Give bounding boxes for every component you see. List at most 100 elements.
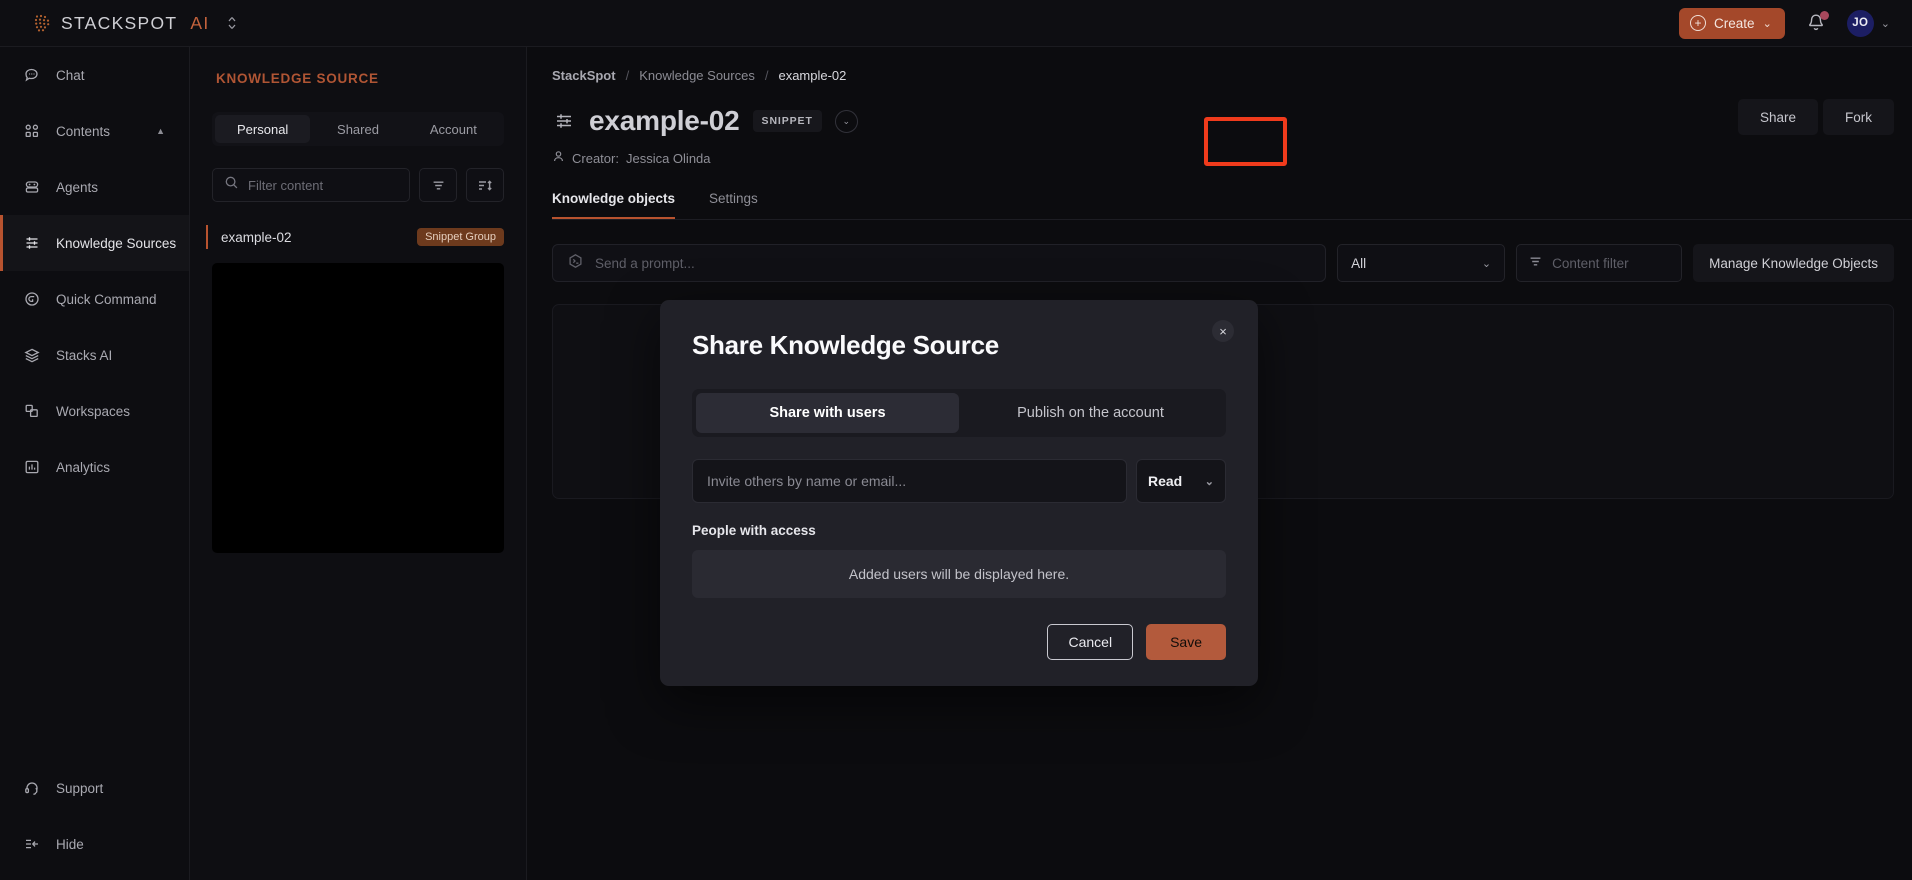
modal-tabs: Share with users Publish on the account [692, 389, 1226, 437]
type-badge: SNIPPET [752, 110, 822, 132]
save-button[interactable]: Save [1146, 624, 1226, 660]
sidebar-item-stacks-ai[interactable]: Stacks AI [0, 327, 189, 383]
sidebar-item-label: Workspaces [56, 403, 131, 419]
user-menu[interactable]: JO ⌄ [1846, 9, 1890, 37]
chevron-down-icon[interactable]: ⌄ [834, 109, 858, 133]
command-hexagon-icon [22, 290, 41, 309]
sidebar-item-knowledge-sources[interactable]: Knowledge Sources [0, 215, 189, 271]
person-icon [552, 150, 565, 166]
prompt-input[interactable]: Send a prompt... [552, 244, 1327, 282]
panel-scope-tabs: Personal Shared Account [212, 112, 504, 146]
filter-content-field[interactable] [212, 168, 410, 202]
invite-input[interactable] [692, 459, 1127, 503]
tab-publish-on-account[interactable]: Publish on the account [959, 393, 1222, 433]
chat-bubble-icon [22, 66, 41, 85]
share-button[interactable]: Share [1737, 99, 1818, 135]
invite-row: Read ⌄ [692, 459, 1226, 503]
brand-switcher-icon[interactable] [227, 16, 237, 30]
content-toolbar: Send a prompt... All ⌄ Content filter Ma… [552, 244, 1894, 282]
snippet-group-badge: Snippet Group [417, 228, 504, 246]
tab-knowledge-objects[interactable]: Knowledge objects [552, 191, 676, 219]
sidebar-item-label: Stacks AI [56, 347, 113, 363]
create-button[interactable]: + Create ⌄ [1679, 7, 1785, 39]
filter-content-input[interactable] [248, 177, 398, 193]
stacked-lines-icon [552, 109, 576, 133]
tab-shared[interactable]: Shared [310, 115, 405, 143]
notifications-button[interactable] [1805, 11, 1829, 34]
creator-name: Jessica Olinda [625, 150, 711, 166]
app-root: STACKSPOT AI + Create ⌄ JO ⌄ Chat Conten… [0, 0, 1912, 880]
sidebar-item-agents[interactable]: Agents [0, 159, 189, 215]
chevron-down-icon: ⌄ [1762, 17, 1772, 30]
sidebar-item-label: Analytics [56, 459, 111, 475]
knowledge-source-panel: KNOWLEDGE SOURCE Personal Shared Account [190, 47, 527, 880]
breadcrumb-item-stackspot[interactable]: StackSpot [552, 68, 616, 83]
brand-suffix: AI [190, 12, 210, 33]
list-item-label: example-02 [221, 229, 292, 245]
sidebar-hide-toggle[interactable]: Hide [0, 816, 189, 872]
sidebar-item-quick-command[interactable]: Quick Command [0, 271, 189, 327]
workspace-squares-icon [22, 402, 41, 421]
sidebar-item-label: Support [56, 780, 104, 796]
layers-icon [22, 346, 41, 365]
robot-icon [22, 178, 41, 197]
panel-filter-row [212, 168, 504, 202]
plus-circle-icon: + [1690, 15, 1707, 31]
breadcrumb-separator: / [625, 68, 630, 83]
search-icon [224, 175, 239, 195]
tab-account[interactable]: Account [406, 115, 501, 143]
stacked-lines-icon [22, 234, 41, 253]
chevron-down-icon: ⌄ [1880, 17, 1890, 30]
creator-info: Creator: Jessica Olinda [552, 150, 1912, 166]
breadcrumb-item-current: example-02 [778, 68, 847, 83]
filter-icon [1528, 254, 1543, 272]
permission-select-value: Read [1148, 473, 1183, 489]
sidebar-item-label: Agents [56, 179, 99, 195]
scope-select[interactable]: All ⌄ [1337, 244, 1506, 282]
scope-select-value: All [1351, 255, 1367, 271]
manage-knowledge-objects-button[interactable]: Manage Knowledge Objects [1693, 244, 1894, 282]
sort-button[interactable] [466, 168, 504, 202]
sidebar-item-support[interactable]: Support [0, 760, 189, 816]
breadcrumb-item-knowledge-sources[interactable]: Knowledge Sources [639, 68, 755, 83]
create-button-label: Create [1714, 15, 1755, 31]
modal-title: Share Knowledge Source [692, 330, 999, 360]
page-title-row: example-02 SNIPPET ⌄ [552, 105, 1912, 137]
people-with-access-empty: Added users will be displayed here. [692, 550, 1226, 598]
fork-button[interactable]: Fork [1823, 99, 1894, 135]
prompt-placeholder: Send a prompt... [595, 255, 695, 271]
avatar: JO [1846, 9, 1874, 37]
sidebar-item-label: Chat [56, 67, 85, 83]
notification-badge-dot [1819, 11, 1829, 20]
sidebar-item-workspaces[interactable]: Workspaces [0, 383, 189, 439]
sidebar-item-label: Hide [56, 836, 84, 852]
chevron-down-icon: ⌄ [1204, 475, 1214, 488]
chevron-up-icon[interactable]: ▲ [156, 126, 165, 136]
list-item[interactable]: example-02 Snippet Group [206, 224, 504, 250]
tab-personal[interactable]: Personal [215, 115, 311, 143]
brand-logo[interactable]: STACKSPOT AI [33, 13, 237, 34]
list-content-placeholder [212, 263, 504, 553]
terminal-hexagon-icon [567, 253, 584, 273]
tab-settings[interactable]: Settings [709, 191, 758, 219]
share-knowledge-source-modal: Share Knowledge Source × Share with user… [660, 300, 1258, 686]
close-icon[interactable]: × [1212, 320, 1234, 342]
creator-label: Creator: [572, 150, 619, 166]
content-tabs: Knowledge objects Settings [552, 191, 1912, 220]
modal-actions: Cancel Save [692, 624, 1226, 660]
breadcrumb: StackSpot / Knowledge Sources / example-… [552, 68, 1912, 83]
sidebar-bottom: Support Hide [0, 760, 189, 880]
sidebar-item-analytics[interactable]: Analytics [0, 439, 189, 495]
bar-chart-icon [22, 458, 41, 477]
filter-button[interactable] [419, 168, 457, 202]
cancel-button[interactable]: Cancel [1047, 624, 1134, 660]
content-filter-placeholder: Content filter [1552, 255, 1629, 271]
collapse-left-icon [22, 835, 41, 854]
permission-select[interactable]: Read ⌄ [1136, 459, 1226, 503]
sidebar-item-label: Knowledge Sources [56, 235, 177, 251]
tab-share-with-users[interactable]: Share with users [696, 393, 959, 433]
sidebar-item-chat[interactable]: Chat [0, 47, 189, 103]
breadcrumb-separator: / [764, 68, 769, 83]
content-filter-field[interactable]: Content filter [1516, 244, 1683, 282]
sidebar-item-contents[interactable]: Contents ▲ [0, 103, 189, 159]
